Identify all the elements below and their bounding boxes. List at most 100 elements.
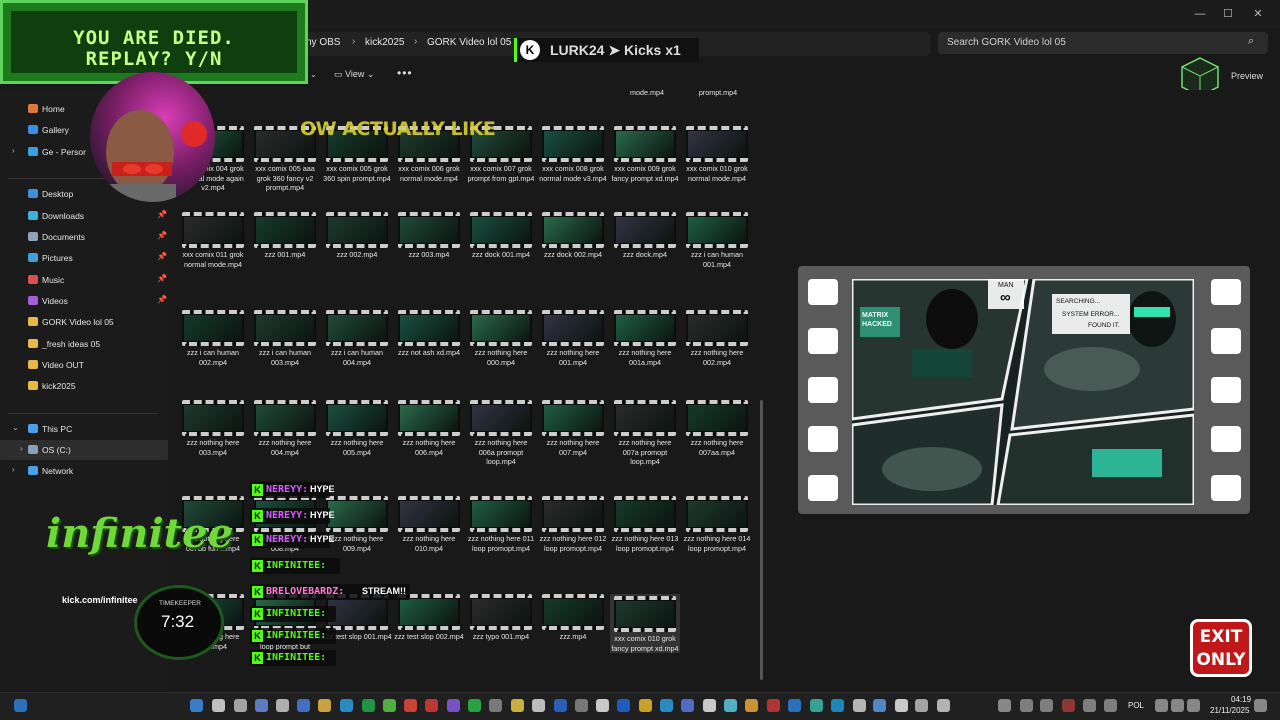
taskbar-app-icon[interactable] — [998, 699, 1011, 712]
file-item[interactable]: zzz 002.mp4 — [322, 212, 392, 260]
expand-chevron-icon[interactable]: › — [12, 465, 15, 474]
taskbar-app-icon[interactable] — [318, 699, 331, 712]
taskbar-app-icon[interactable] — [511, 699, 524, 712]
taskbar-app-icon[interactable] — [639, 699, 652, 712]
taskbar-app-icon[interactable] — [1062, 699, 1075, 712]
file-item[interactable]: zzz nothing here 001a.mp4 — [610, 310, 680, 367]
taskbar-app-icon[interactable] — [660, 699, 673, 712]
sidebar-item-video-out[interactable]: Video OUT — [0, 355, 168, 375]
sidebar-item-videos[interactable]: Videos 📌 — [0, 291, 168, 311]
taskbar-app-icon[interactable] — [489, 699, 502, 712]
scrollbar[interactable] — [760, 400, 763, 680]
file-item[interactable]: zzz typo 001.mp4 — [466, 594, 536, 642]
sidebar-item-fresh-ideas[interactable]: _fresh ideas 05 — [0, 334, 168, 354]
file-item[interactable]: zzz i can human 004.mp4 — [322, 310, 392, 367]
file-item[interactable]: zzz nothing here 002.mp4 — [682, 310, 752, 367]
clock-date[interactable]: 21/11/2025 — [1210, 706, 1249, 715]
sidebar-item-this-pc[interactable]: This PC ⌄ — [0, 419, 168, 439]
taskbar-app-icon[interactable] — [554, 699, 567, 712]
taskbar-app-icon[interactable] — [297, 699, 310, 712]
file-item[interactable]: zzz nothing here 003.mp4 — [178, 400, 248, 457]
breadcrumb-item[interactable]: ny OBS — [306, 37, 340, 48]
taskbar-app-icon[interactable] — [1171, 699, 1184, 712]
more-options-button[interactable]: ••• — [397, 66, 413, 80]
taskbar-app-icon[interactable] — [575, 699, 588, 712]
taskbar-app-icon[interactable] — [703, 699, 716, 712]
taskbar-app-icon[interactable] — [255, 699, 268, 712]
file-item[interactable]: zzz nothing here 009.mp4 — [322, 496, 392, 553]
taskbar-app-icon[interactable] — [853, 699, 866, 712]
taskbar-app-icon[interactable] — [724, 699, 737, 712]
view-button[interactable]: ▭ View ⌄ — [334, 69, 374, 80]
file-item[interactable]: zzz nothing here 014 loop promopt.mp4 — [682, 496, 752, 553]
file-item[interactable]: zzz nothing here 005.mp4 — [322, 400, 392, 457]
expand-chevron-icon[interactable]: › — [12, 146, 15, 155]
file-item[interactable]: zzz.mp4 — [538, 594, 608, 642]
file-item[interactable]: zzz dock 002.mp4 — [538, 212, 608, 260]
taskbar-app-icon[interactable] — [1083, 699, 1096, 712]
taskbar-app-icon[interactable] — [895, 699, 908, 712]
file-item[interactable]: xxx comix 010 grok normal mode.mp4 — [682, 126, 752, 183]
taskbar-app-icon[interactable] — [276, 699, 289, 712]
expand-chevron-icon[interactable]: › — [20, 444, 23, 453]
language-indicator[interactable]: POL — [1128, 701, 1144, 710]
sidebar-item-os-drive[interactable]: OS (C:) › — [0, 440, 168, 460]
taskbar-app-icon[interactable] — [447, 699, 460, 712]
taskbar-app-icon[interactable] — [1020, 699, 1033, 712]
taskbar-app-icon[interactable] — [1040, 699, 1053, 712]
taskbar-app-icon[interactable] — [810, 699, 823, 712]
taskbar-app-icon[interactable] — [425, 699, 438, 712]
sidebar-item-downloads[interactable]: Downloads 📌 — [0, 206, 168, 226]
minimize-button[interactable]: — — [1185, 4, 1215, 24]
taskbar-app-icon[interactable] — [596, 699, 609, 712]
taskbar-app-icon[interactable] — [767, 699, 780, 712]
sidebar-item-pictures[interactable]: Pictures 📌 — [0, 248, 168, 268]
taskbar-app-icon[interactable] — [617, 699, 630, 712]
file-item[interactable]: zzz test slop 002.mp4 — [394, 594, 464, 642]
file-item[interactable]: zzz nothing here 011 loop promopt.mp4 — [466, 496, 536, 553]
file-item[interactable]: zzz nothing here 007a promopt loop.mp4 — [610, 400, 680, 467]
file-item[interactable]: zzz nothing here 013 loop promopt.mp4 — [610, 496, 680, 553]
sidebar-item-kick2025[interactable]: kick2025 — [0, 376, 168, 396]
close-button[interactable]: ✕ — [1243, 4, 1273, 24]
file-item[interactable]: zzz i can human 003.mp4 — [250, 310, 320, 367]
file-item[interactable]: zzz nothing here 007aa.mp4 — [682, 400, 752, 457]
taskbar-app-icon[interactable] — [340, 699, 353, 712]
taskbar-app-icon[interactable] — [532, 699, 545, 712]
sidebar-item-music[interactable]: Music 📌 — [0, 270, 168, 290]
file-item[interactable]: xxx comix 011 grok normal mode.mp4 — [178, 212, 248, 269]
taskbar-app-icon[interactable] — [915, 699, 928, 712]
file-item[interactable]: zzz nothing here 007.mp4 — [538, 400, 608, 457]
file-item[interactable]: zzz i can human 002.mp4 — [178, 310, 248, 367]
expand-chevron-icon[interactable]: ⌄ — [12, 423, 19, 432]
clock-time[interactable]: 04:19 — [1231, 695, 1251, 704]
sidebar-item-documents[interactable]: Documents 📌 — [0, 227, 168, 247]
taskbar-app-icon[interactable] — [681, 699, 694, 712]
file-item[interactable]: zzz 003.mp4 — [394, 212, 464, 260]
breadcrumb-item[interactable]: kick2025 — [365, 37, 404, 48]
file-item[interactable]: zzz i can human 001.mp4 — [682, 212, 752, 269]
file-item[interactable]: zzz dock 001.mp4 — [466, 212, 536, 260]
file-item[interactable]: zzz nothing here 000.mp4 — [466, 310, 536, 367]
file-item[interactable]: xxx comix 008 grok normal mode v3.mp4 — [538, 126, 608, 183]
taskbar-app-icon[interactable] — [745, 699, 758, 712]
chevron-down-icon[interactable]: ⌄ — [310, 70, 317, 79]
taskbar-app-icon[interactable] — [234, 699, 247, 712]
widgets-icon[interactable] — [14, 699, 27, 712]
sidebar-item-network[interactable]: Network › — [0, 461, 168, 481]
file-item[interactable]: zzz nothing here 010.mp4 — [394, 496, 464, 553]
taskbar-app-icon[interactable] — [362, 699, 375, 712]
file-item[interactable]: zzz nothing here 006.mp4 — [394, 400, 464, 457]
sidebar-item-gork-video[interactable]: GORK Video lol 05 — [0, 312, 168, 332]
start-menu-icon[interactable] — [190, 699, 203, 712]
taskbar-app-icon[interactable] — [1254, 699, 1267, 712]
file-item[interactable]: xxx comix 010 grok fancy prompt xd.mp4 — [610, 594, 680, 653]
taskbar-app-icon[interactable] — [404, 699, 417, 712]
taskbar-app-icon[interactable] — [383, 699, 396, 712]
taskbar-app-icon[interactable] — [788, 699, 801, 712]
file-item[interactable]: xxx comix 009 grok fancy prompt xd.mp4 — [610, 126, 680, 183]
taskbar-app-icon[interactable] — [873, 699, 886, 712]
file-item[interactable]: zzz 001.mp4 — [250, 212, 320, 260]
file-item[interactable]: zzz nothing here 006a promopt loop.mp4 — [466, 400, 536, 467]
taskbar-app-icon[interactable] — [1155, 699, 1168, 712]
